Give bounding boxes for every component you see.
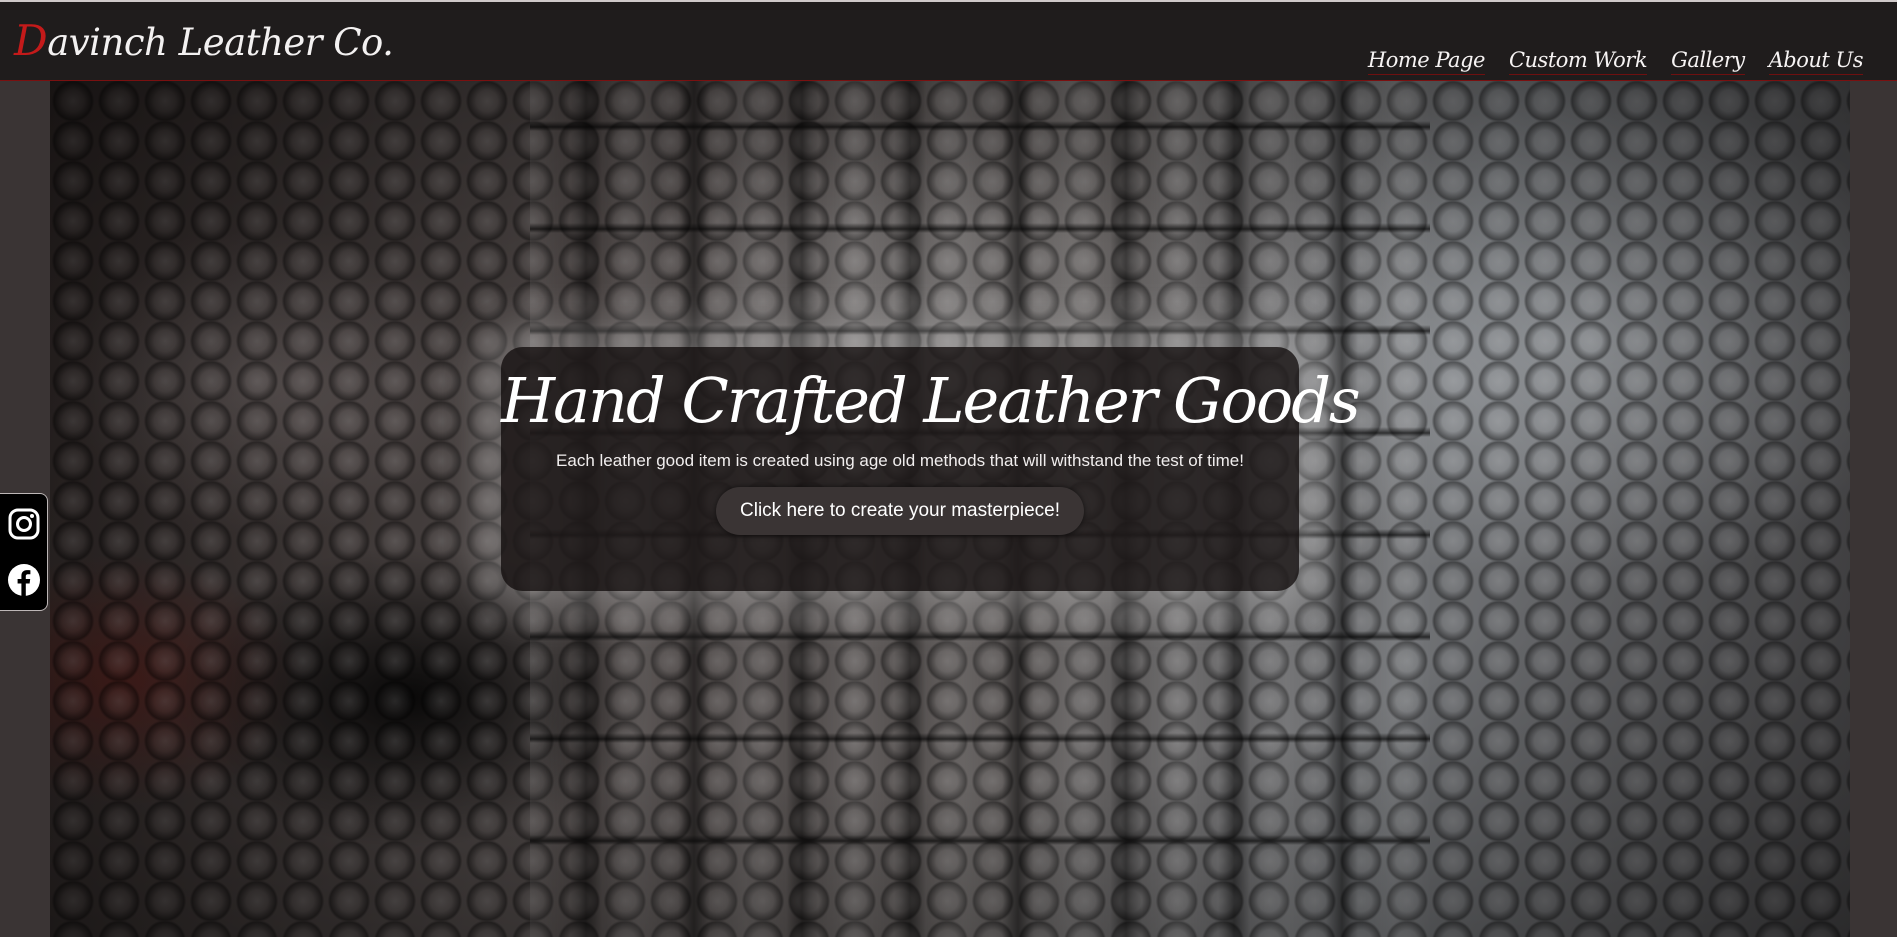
main-nav: Home Page Custom Work Gallery About Us [1367,48,1864,75]
create-masterpiece-button[interactable]: Click here to create your masterpiece! [716,487,1084,535]
facebook-icon[interactable] [7,563,41,597]
site-header: Davinch Leather Co. Home Page Custom Wor… [0,0,1897,81]
hero-subtitle: Each leather good item is created using … [556,451,1244,470]
nav-home-page[interactable]: Home Page [1367,48,1485,75]
instagram-icon[interactable] [7,507,41,541]
social-sidebar [0,493,48,611]
nav-about-us[interactable]: About Us [1768,48,1864,75]
brand-logo[interactable]: Davinch Leather Co. [14,16,394,65]
nav-custom-work[interactable]: Custom Work [1508,48,1648,75]
logo-text: avinch Leather Co. [47,21,394,64]
page: Davinch Leather Co. Home Page Custom Wor… [0,0,1897,937]
hero-card: Hand Crafted Leather Goods Each leather … [501,347,1361,591]
hero-title: Hand Crafted Leather Goods [501,364,1361,437]
logo-initial: D [14,16,48,65]
nav-gallery[interactable]: Gallery [1671,48,1745,75]
